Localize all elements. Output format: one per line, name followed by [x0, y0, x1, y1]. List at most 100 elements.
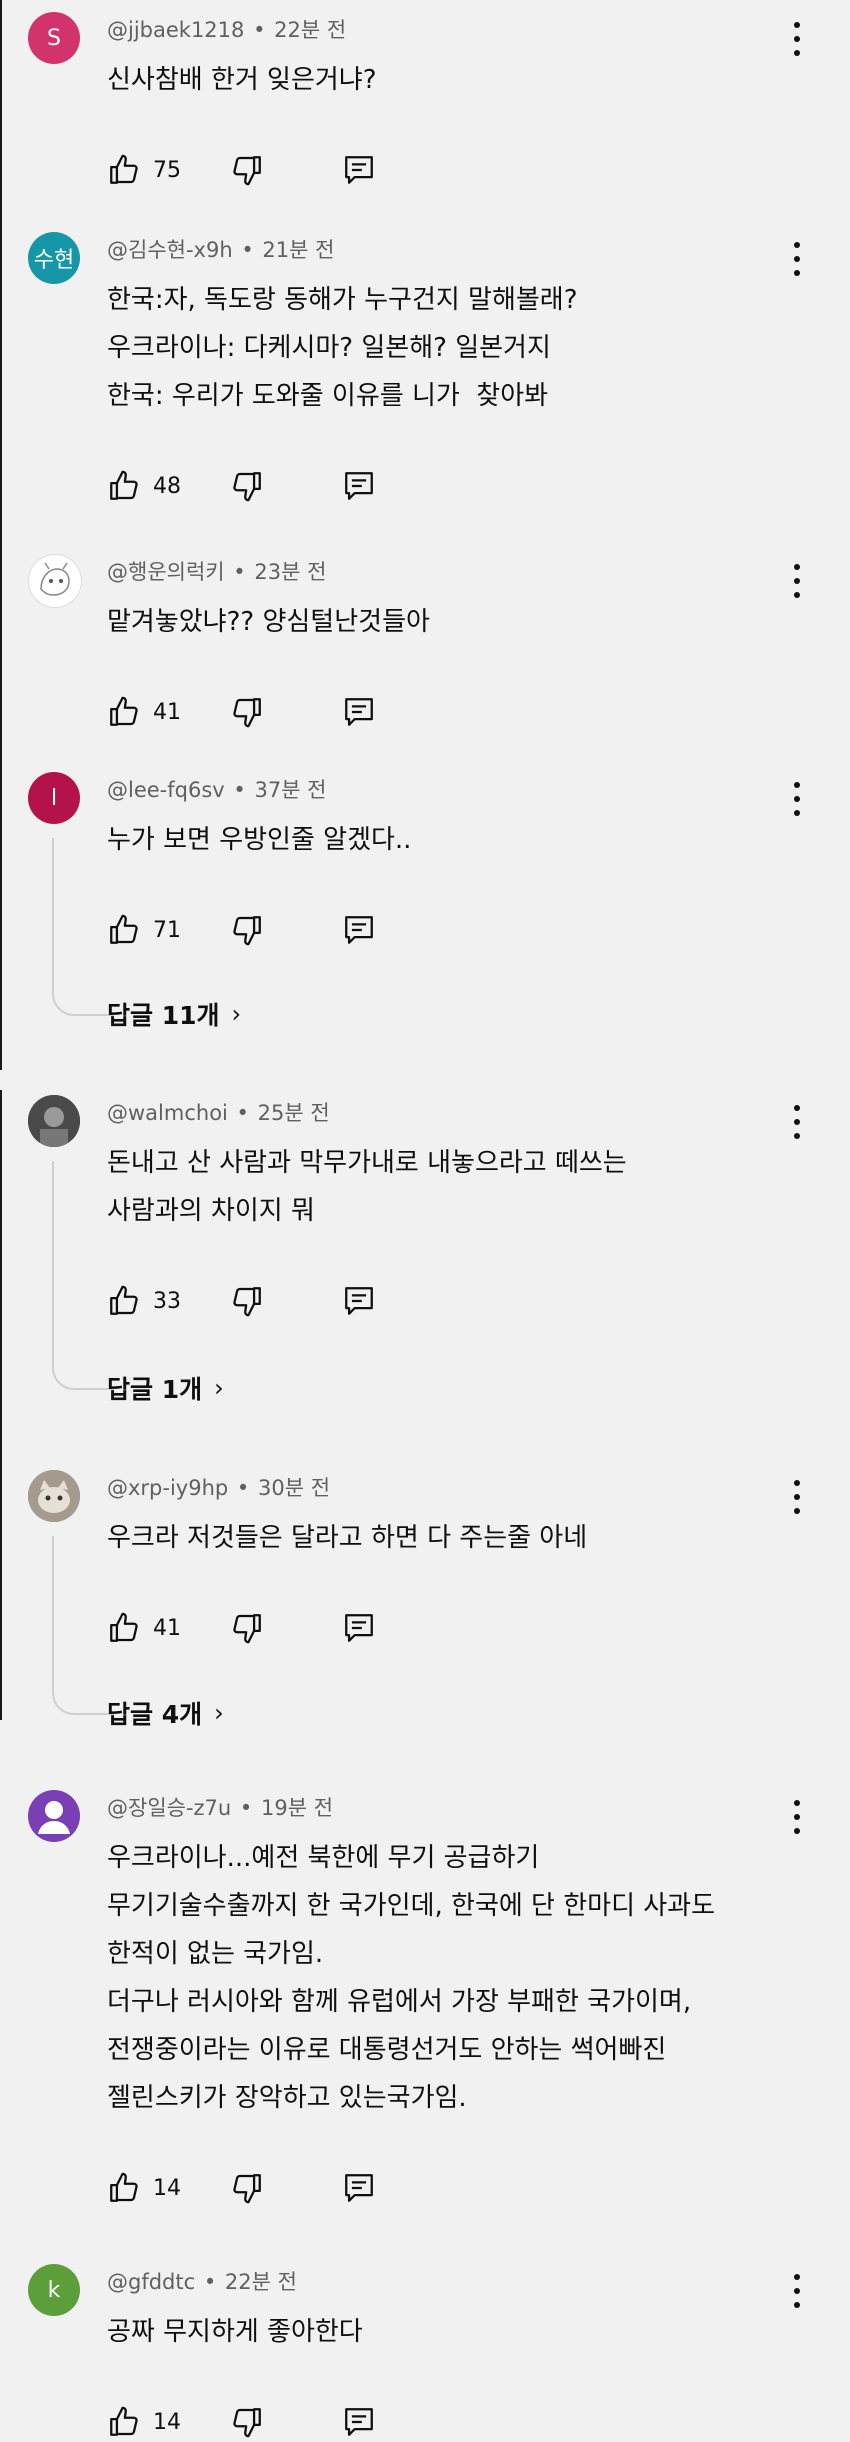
comment-time: 19분 전 — [260, 1796, 334, 1820]
reply-button[interactable] — [342, 2402, 376, 2442]
comment-meta: @gfddtc • 22분 전 — [107, 2266, 297, 2296]
more-options-icon[interactable] — [785, 1105, 809, 1139]
left-edge-bar — [0, 0, 2, 1070]
dislike-button[interactable] — [230, 2402, 264, 2442]
dislike-button[interactable] — [230, 1281, 264, 1321]
reply-button[interactable] — [342, 1608, 376, 1648]
more-options-icon[interactable] — [785, 1800, 809, 1834]
comment-time: 37분 전 — [254, 778, 327, 802]
comment-text-line: 한적이 없는 국가임. — [107, 1939, 324, 1969]
comment-time: 23분 전 — [254, 560, 327, 584]
view-replies-label: 답글 11개 — [107, 1001, 220, 1030]
comment-text-line: 돈내고 산 사람과 막무가내로 내놓으라고 떼쓰는 — [107, 1148, 627, 1178]
comment-text: 맡겨놓았냐?? 양심털난것들아 — [107, 598, 430, 646]
dislike-button[interactable] — [230, 910, 264, 950]
like-button[interactable]: 48 — [107, 466, 181, 506]
like-count: 14 — [153, 2409, 181, 2435]
view-replies-label: 답글 4개 — [107, 1700, 203, 1729]
more-options-icon[interactable] — [785, 2274, 809, 2308]
dislike-button[interactable] — [230, 150, 264, 190]
meta-separator: • — [233, 1796, 259, 1820]
comment-text-line: 한국: 우리가 도와줄 이유를 니가 찾아봐 — [107, 381, 549, 411]
like-count: 41 — [153, 699, 181, 725]
like-count: 14 — [153, 2175, 181, 2201]
avatar[interactable]: S — [28, 12, 80, 64]
reply-icon — [345, 698, 373, 726]
avatar[interactable] — [28, 1095, 80, 1147]
reply-button[interactable] — [342, 910, 376, 950]
like-button[interactable]: 75 — [107, 150, 181, 190]
avatar[interactable]: 수현 — [28, 232, 80, 284]
comment-meta: @xrp-iy9hp • 30분 전 — [107, 1472, 330, 1502]
like-button[interactable]: 71 — [107, 910, 181, 950]
like-button[interactable]: 14 — [107, 2168, 181, 2208]
comment-meta: @김수현-x9h • 21분 전 — [107, 234, 334, 264]
view-replies-button[interactable]: 답글 1개 › — [107, 1370, 224, 1406]
like-count: 41 — [153, 1615, 181, 1641]
dislike-button[interactable] — [230, 1608, 264, 1648]
thumbs-down-icon — [233, 156, 261, 186]
comment-text-line: 더구나 러시아와 함께 유럽에서 가장 부패한 국가이며, — [107, 1987, 692, 2017]
meta-separator: • — [226, 560, 253, 584]
comment-text-line: 신사참배 한거 잊은거냐? — [107, 65, 377, 95]
reply-button[interactable] — [342, 466, 376, 506]
chevron-right-icon: › — [214, 1374, 224, 1402]
chevron-right-icon: › — [214, 1699, 224, 1727]
more-options-icon[interactable] — [785, 1480, 809, 1514]
view-replies-button[interactable]: 답글 4개 › — [107, 1695, 224, 1731]
more-options-icon[interactable] — [785, 242, 809, 276]
comment-author[interactable]: @lee-fq6sv — [107, 778, 225, 802]
reply-icon — [345, 156, 373, 184]
comment-author[interactable]: @김수현-x9h — [107, 238, 233, 262]
comment-text-line: 우크라이나...예전 북한에 무기 공급하기 — [107, 1843, 540, 1873]
avatar[interactable] — [28, 554, 82, 608]
comment-author[interactable]: @장일승-z7u — [107, 1796, 231, 1820]
comment-actions: 14 — [107, 2168, 437, 2208]
reply-button[interactable] — [342, 2168, 376, 2208]
more-options-icon[interactable] — [785, 782, 809, 816]
comment-actions: 41 — [107, 1608, 437, 1648]
comment-meta: @장일승-z7u • 19분 전 — [107, 1792, 333, 1822]
more-options-icon[interactable] — [785, 22, 809, 56]
comment-meta: @jjbaek1218 • 22분 전 — [107, 14, 346, 44]
thumbs-up-icon — [110, 470, 138, 500]
comment-author[interactable]: @jjbaek1218 — [107, 18, 244, 42]
reply-icon — [345, 1287, 373, 1315]
reply-icon — [345, 472, 373, 500]
like-count: 48 — [153, 473, 181, 499]
comment-author[interactable]: @gfddtc — [107, 2270, 195, 2294]
comment-text: 우크라이나...예전 북한에 무기 공급하기무기기술수출까지 한 국가인데, 한… — [107, 1834, 715, 2122]
thumbs-down-icon — [233, 1614, 261, 1644]
like-button[interactable]: 41 — [107, 692, 181, 732]
comment-author[interactable]: @xrp-iy9hp — [107, 1476, 228, 1500]
reply-button[interactable] — [342, 692, 376, 732]
comment-text-line: 한국:자, 독도랑 동해가 누구건지 말해볼래? — [107, 285, 578, 315]
comment-text: 우크라 저것들은 달라고 하면 다 주는줄 아네 — [107, 1514, 587, 1562]
reply-button[interactable] — [342, 1281, 376, 1321]
like-button[interactable]: 41 — [107, 1608, 181, 1648]
comment-text-line: 무기기술수출까지 한 국가인데, 한국에 단 한마디 사과도 — [107, 1891, 716, 1921]
avatar[interactable]: k — [28, 2264, 80, 2316]
view-replies-button[interactable]: 답글 11개 › — [107, 996, 241, 1032]
like-button[interactable]: 14 — [107, 2402, 181, 2442]
avatar[interactable] — [28, 1470, 80, 1522]
more-options-icon[interactable] — [785, 564, 809, 598]
thumbs-up-icon — [110, 154, 138, 184]
avatar[interactable] — [28, 1790, 80, 1842]
dislike-button[interactable] — [230, 692, 264, 732]
comment-actions: 71 — [107, 910, 437, 950]
view-replies-label: 답글 1개 — [107, 1375, 203, 1404]
comment-author[interactable]: @행운의럭키 — [107, 560, 225, 584]
dislike-button[interactable] — [230, 466, 264, 506]
meta-separator: • — [197, 2270, 223, 2294]
comment-author[interactable]: @walmchoi — [107, 1101, 228, 1125]
comment-text: 공짜 무지하게 좋아한다 — [107, 2308, 363, 2356]
dislike-button[interactable] — [230, 2168, 264, 2208]
avatar[interactable]: l — [28, 772, 80, 824]
like-button[interactable]: 33 — [107, 1281, 181, 1321]
comment-text-line: 우크라이나: 다케시마? 일본해? 일본거지 — [107, 333, 551, 363]
meta-separator: • — [226, 778, 253, 802]
reply-button[interactable] — [342, 150, 376, 190]
like-count: 33 — [153, 1288, 181, 1314]
comment-text-line: 공짜 무지하게 좋아한다 — [107, 2317, 363, 2347]
